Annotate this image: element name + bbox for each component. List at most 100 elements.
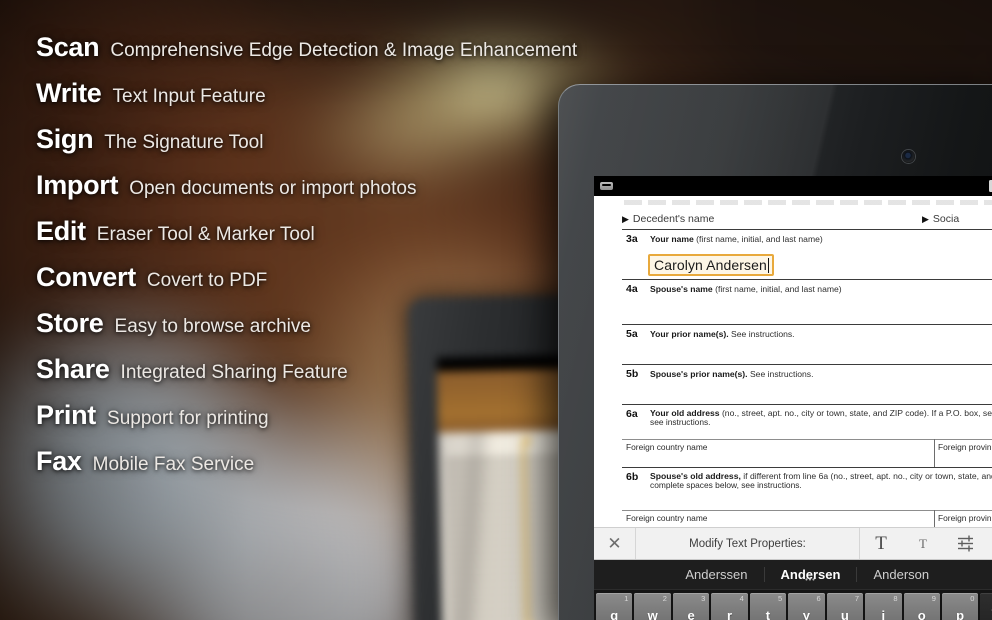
triangle-right-icon: ▶ xyxy=(922,213,929,224)
feature-item-edit: Edit Eraser Tool & Marker Tool xyxy=(36,216,676,262)
keyboard-suggestion-bar: Anderssen Andersen Anderson xyxy=(594,560,992,590)
document-header-row: ▶ Decedent's name ▶ Socia xyxy=(622,210,992,228)
key-letter: o xyxy=(917,608,926,620)
column-divider xyxy=(934,439,936,467)
rule xyxy=(622,404,992,406)
feature-item-write: Write Text Input Feature xyxy=(36,78,676,124)
feature-description: Support for printing xyxy=(107,408,269,429)
feature-item-sign: Sign The Signature Tool xyxy=(36,124,676,170)
feature-keyword: Edit xyxy=(36,216,86,246)
android-keyboard: 1q 2w 3e 4r 5t 6y 7u 8i 9o 0p ✕ xyxy=(594,590,992,620)
foreign-province-label: Foreign provin xyxy=(938,442,992,452)
sliders-glyph xyxy=(957,535,973,552)
rule xyxy=(622,324,992,326)
feature-keyword: Print xyxy=(36,400,97,430)
key-letter: e xyxy=(687,608,695,620)
key-o[interactable]: 9o xyxy=(903,593,940,620)
text-properties-toolbar: ✕ Modify Text Properties: T T xyxy=(594,527,992,560)
key-letter: y xyxy=(802,608,811,620)
checkmark-icon[interactable] xyxy=(986,528,992,559)
row-label-rest: (first name, initial, and last name) xyxy=(693,234,823,244)
suggestion-chip-selected[interactable]: Andersen xyxy=(763,567,858,582)
feature-description: Covert to PDF xyxy=(146,270,268,291)
row-label-rest: See instructions. xyxy=(747,369,814,379)
key-letter: w xyxy=(647,608,658,620)
key-number: 5 xyxy=(778,594,783,603)
feature-keyword: Share xyxy=(36,354,110,384)
key-number: 2 xyxy=(662,594,667,603)
feature-keyword: Scan xyxy=(36,32,100,62)
text-caret xyxy=(767,257,770,273)
feature-keyword: Convert xyxy=(36,262,136,292)
key-letter: r xyxy=(727,608,733,620)
row-label-4a: Spouse's name (first name, initial, and … xyxy=(650,284,842,294)
feature-item-print: Print Support for printing xyxy=(36,400,676,446)
feature-item-scan: Scan Comprehensive Edge Detection & Imag… xyxy=(36,32,676,78)
feature-list: Scan Comprehensive Edge Detection & Imag… xyxy=(36,32,676,492)
feature-item-convert: Convert Covert to PDF xyxy=(36,262,676,308)
key-letter: t xyxy=(765,608,771,620)
key-number: 9 xyxy=(931,594,936,603)
key-i[interactable]: 8i xyxy=(865,593,902,620)
rule xyxy=(622,510,992,511)
key-letter: u xyxy=(840,608,849,620)
row-label-rest: (no., street, apt. no., city or town, st… xyxy=(719,408,992,418)
key-number: 0 xyxy=(970,594,975,603)
backspace-icon[interactable]: ✕ xyxy=(980,593,992,620)
key-number: 6 xyxy=(816,594,821,603)
key-number: 4 xyxy=(739,594,744,603)
key-letter: q xyxy=(610,608,619,620)
row-label-rest: (first name, initial, and last name) xyxy=(712,284,842,294)
social-security-label: Socia xyxy=(932,213,960,225)
feature-item-fax: Fax Mobile Fax Service xyxy=(36,446,676,492)
feature-description: Easy to browse archive xyxy=(114,316,311,337)
feature-description: Text Input Feature xyxy=(112,86,266,107)
screenshot-stage: Scan Comprehensive Edge Detection & Imag… xyxy=(0,0,992,620)
suggestion-chip[interactable]: Anderson xyxy=(857,567,945,582)
feature-item-share: Share Integrated Sharing Feature xyxy=(36,354,676,400)
small-text-icon[interactable]: T xyxy=(902,528,944,559)
key-number: 8 xyxy=(893,594,898,603)
feature-description: Open documents or import photos xyxy=(129,178,417,199)
feature-keyword: Store xyxy=(36,308,104,338)
key-t[interactable]: 5t xyxy=(749,593,787,620)
foreign-country-label: Foreign country name xyxy=(626,513,708,523)
feature-item-import: Import Open documents or import photos xyxy=(36,170,676,216)
front-camera-icon xyxy=(902,150,915,163)
key-y[interactable]: 6y xyxy=(788,593,825,620)
key-e[interactable]: 3e xyxy=(672,593,710,620)
foreign-province-label: Foreign provin xyxy=(938,513,992,523)
rule xyxy=(622,439,992,440)
toolbar-title: Modify Text Properties: xyxy=(689,537,806,550)
column-divider xyxy=(934,510,936,527)
suggestion-chip[interactable]: Anderssen xyxy=(669,567,763,582)
key-number: 7 xyxy=(854,594,860,603)
key-p[interactable]: 0p xyxy=(941,593,979,620)
feature-description: Eraser Tool & Marker Tool xyxy=(96,224,315,245)
large-text-icon[interactable]: T xyxy=(860,528,902,559)
key-letter: p xyxy=(956,608,965,620)
feature-keyword: Sign xyxy=(36,124,94,154)
key-number: 1 xyxy=(624,594,629,603)
rule xyxy=(622,467,992,469)
close-icon[interactable]: ✕ xyxy=(594,528,636,559)
feature-description: Comprehensive Edge Detection & Image Enh… xyxy=(110,40,578,61)
key-w[interactable]: 2w xyxy=(634,593,671,620)
rule xyxy=(622,229,992,231)
feature-description: The Signature Tool xyxy=(104,132,264,153)
sliders-icon[interactable] xyxy=(944,528,986,559)
key-letter: i xyxy=(881,608,886,620)
feature-item-store: Store Easy to browse archive xyxy=(36,308,676,354)
key-u[interactable]: 7u xyxy=(826,593,864,620)
feature-keyword: Write xyxy=(36,78,102,108)
document-clipped-top-row xyxy=(624,200,992,205)
rule xyxy=(622,364,992,366)
feature-description: Mobile Fax Service xyxy=(92,454,255,475)
feature-keyword: Fax xyxy=(36,446,82,476)
row-label-rest: See instructions. xyxy=(728,329,795,339)
key-number: 3 xyxy=(701,594,706,603)
key-q[interactable]: 1q xyxy=(596,593,633,620)
rule xyxy=(622,279,992,281)
key-r[interactable]: 4r xyxy=(711,593,748,620)
feature-keyword: Import xyxy=(36,170,119,200)
